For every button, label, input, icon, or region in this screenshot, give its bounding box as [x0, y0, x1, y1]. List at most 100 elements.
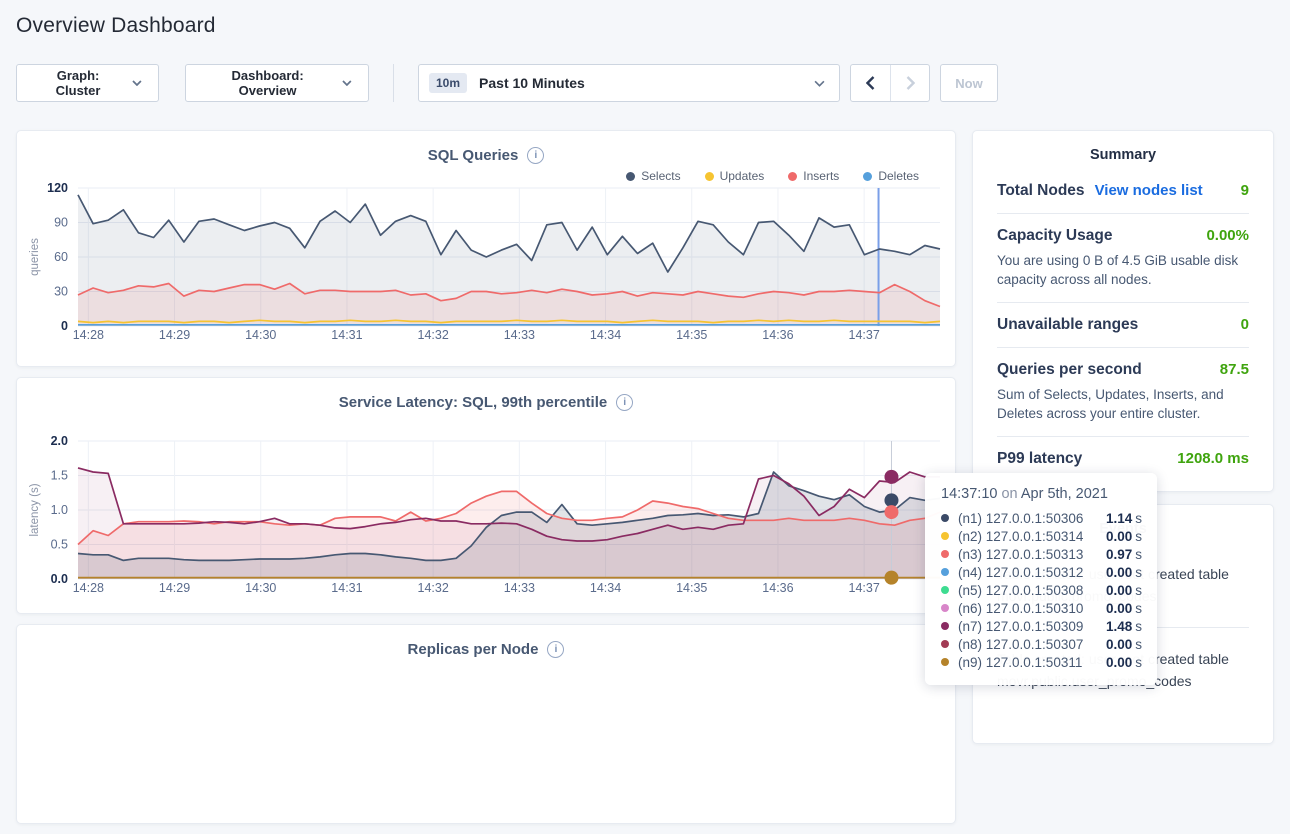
p99-latency-value: 1208.0 ms: [1177, 450, 1249, 467]
svg-text:14:36: 14:36: [762, 581, 793, 595]
svg-text:14:33: 14:33: [504, 328, 535, 342]
summary-row-capacity: Capacity Usage 0.00% You are using 0 B o…: [997, 214, 1249, 303]
node-latency-unit: s: [1135, 529, 1142, 544]
now-button[interactable]: Now: [940, 64, 998, 102]
node-latency-value: 0.97: [1106, 547, 1132, 562]
node-latency-unit: s: [1135, 547, 1142, 562]
tooltip-node-row: (n6) 127.0.0.1:503100.00s: [941, 599, 1141, 617]
tooltip-rows: (n1) 127.0.0.1:503061.14s(n2) 127.0.0.1:…: [941, 509, 1141, 671]
tooltip-node-row: (n2) 127.0.0.1:503140.00s: [941, 527, 1141, 545]
qps-value: 87.5: [1220, 361, 1249, 378]
unavailable-ranges-label: Unavailable ranges: [997, 316, 1138, 334]
node-address: (n3) 127.0.0.1:50313: [958, 547, 1106, 562]
node-latency-value: 1.14: [1106, 511, 1132, 526]
chevron-down-icon: [132, 80, 142, 86]
controls-divider: [393, 64, 394, 102]
node-address: (n4) 127.0.0.1:50312: [958, 565, 1106, 580]
total-nodes-value: 9: [1241, 182, 1249, 199]
legend-dot-icon: [626, 172, 635, 181]
node-latency-unit: s: [1135, 511, 1142, 526]
svg-text:0: 0: [61, 319, 68, 333]
node-color-dot-icon: [941, 532, 949, 540]
info-icon[interactable]: i: [547, 641, 564, 658]
node-address: (n6) 127.0.0.1:50310: [958, 601, 1106, 616]
tooltip-node-row: (n7) 127.0.0.1:503091.48s: [941, 617, 1141, 635]
time-range-badge: 10m: [429, 73, 467, 93]
node-latency-value: 0.00: [1106, 583, 1132, 598]
sql-queries-title-row: SQL Queries i: [17, 145, 955, 165]
time-pager: [850, 64, 930, 102]
p99-latency-label: P99 latency: [997, 450, 1082, 468]
node-latency-unit: s: [1135, 601, 1142, 616]
graph-dropdown[interactable]: Graph: Cluster: [16, 64, 159, 102]
overview-dashboard-page: Overview Dashboard Graph: Cluster Dashbo…: [0, 0, 1290, 834]
svg-text:30: 30: [54, 285, 68, 299]
svg-text:14:31: 14:31: [331, 581, 362, 595]
legend-item: Selects: [626, 169, 680, 183]
node-color-dot-icon: [941, 604, 949, 612]
node-latency-unit: s: [1135, 619, 1142, 634]
time-prev-button[interactable]: [851, 65, 890, 101]
graph-dropdown-label: Graph: Cluster: [33, 68, 123, 98]
node-latency-value: 0.00: [1106, 601, 1132, 616]
node-latency-unit: s: [1135, 655, 1142, 670]
node-color-dot-icon: [941, 586, 949, 594]
legend-label: Deletes: [878, 169, 919, 183]
chevron-left-icon: [866, 76, 875, 90]
summary-heading: Summary: [997, 147, 1249, 169]
dashboard-dropdown[interactable]: Dashboard: Overview: [185, 64, 369, 102]
svg-text:1.5: 1.5: [51, 469, 68, 483]
tooltip-node-row: (n8) 127.0.0.1:503070.00s: [941, 635, 1141, 653]
node-latency-value: 0.00: [1106, 637, 1132, 652]
node-latency-unit: s: [1135, 565, 1142, 580]
sql-queries-chart[interactable]: 030609012014:2814:2914:3014:3114:3214:33…: [20, 183, 955, 343]
node-address: (n1) 127.0.0.1:50306: [958, 511, 1106, 526]
tooltip-node-row: (n4) 127.0.0.1:503120.00s: [941, 563, 1141, 581]
svg-text:14:36: 14:36: [762, 328, 793, 342]
node-latency-unit: s: [1135, 583, 1142, 598]
node-latency-value: 0.00: [1106, 529, 1132, 544]
svg-text:14:35: 14:35: [676, 328, 707, 342]
svg-text:90: 90: [54, 216, 68, 230]
svg-text:14:31: 14:31: [331, 328, 362, 342]
service-latency-title-row: Service Latency: SQL, 99th percentile i: [17, 392, 955, 412]
node-color-dot-icon: [941, 568, 949, 576]
legend-label: Inserts: [803, 169, 839, 183]
charts-column: SQL Queries i Selects Updates Inserts Delet…: [16, 130, 956, 834]
node-latency-value: 0.00: [1106, 655, 1132, 670]
info-icon[interactable]: i: [527, 147, 544, 164]
svg-text:14:30: 14:30: [245, 328, 276, 342]
summary-row-unavailable-ranges: Unavailable ranges 0: [997, 303, 1249, 348]
node-latency-value: 1.48: [1106, 619, 1132, 634]
legend-dot-icon: [863, 172, 872, 181]
node-latency-unit: s: [1135, 637, 1142, 652]
svg-text:14:29: 14:29: [159, 581, 190, 595]
chart-title: SQL Queries: [428, 147, 519, 164]
total-nodes-label: Total Nodes: [997, 182, 1085, 200]
svg-text:1.0: 1.0: [51, 503, 68, 517]
node-color-dot-icon: [941, 658, 949, 666]
svg-text:latency (s): latency (s): [29, 483, 41, 536]
tooltip-node-row: (n3) 127.0.0.1:503130.97s: [941, 545, 1141, 563]
service-latency-chart[interactable]: 0.00.51.01.52.014:2814:2914:3014:3114:32…: [20, 436, 955, 596]
info-icon[interactable]: i: [616, 394, 633, 411]
node-color-dot-icon: [941, 640, 949, 648]
legend-item: Updates: [705, 169, 765, 183]
capacity-usage-value: 0.00%: [1206, 227, 1249, 244]
chart-title: Service Latency: SQL, 99th percentile: [339, 394, 607, 411]
summary-panel: Summary Total Nodes View nodes list 9 Ca…: [972, 130, 1274, 492]
svg-text:14:34: 14:34: [590, 581, 621, 595]
node-address: (n2) 127.0.0.1:50314: [958, 529, 1106, 544]
dashboard-controls: Graph: Cluster Dashboard: Overview 10m P…: [16, 64, 1274, 102]
capacity-usage-label: Capacity Usage: [997, 227, 1112, 245]
sql-queries-card: SQL Queries i Selects Updates Inserts Delet…: [16, 130, 956, 367]
svg-text:60: 60: [54, 250, 68, 264]
time-next-button[interactable]: [890, 65, 929, 101]
view-nodes-list-link[interactable]: View nodes list: [1095, 182, 1203, 199]
legend-dot-icon: [705, 172, 714, 181]
time-range-selector[interactable]: 10m Past 10 Minutes: [418, 64, 840, 102]
node-color-dot-icon: [941, 550, 949, 558]
svg-text:14:34: 14:34: [590, 328, 621, 342]
svg-text:14:35: 14:35: [676, 581, 707, 595]
replicas-title-row: Replicas per Node i: [17, 639, 955, 659]
